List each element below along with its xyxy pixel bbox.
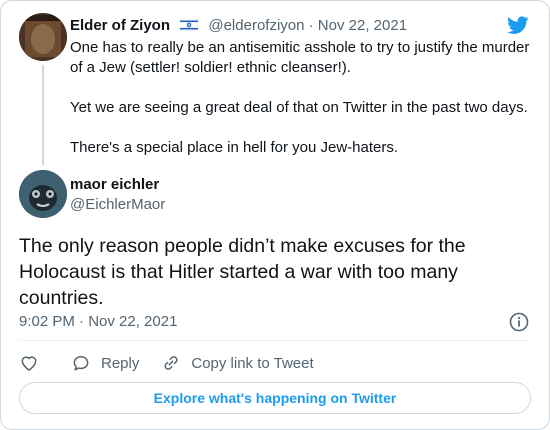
heart-icon (21, 356, 37, 371)
reply-bubble-icon (73, 356, 89, 371)
quoted-tweet-text: One has to really be an antisemitic assh… (70, 38, 540, 158)
embedded-tweet-card: Elder of Ziyon @elderofziyon · Nov 22, 2… (0, 0, 550, 430)
quoted-tweet-date[interactable]: · Nov 22, 2021 (309, 17, 407, 34)
quoted-tweet-header: Elder of Ziyon @elderofziyon · Nov 22, 2… (70, 16, 407, 36)
thread-connector-line (42, 65, 44, 165)
tweet-actions: Reply Copy link to Tweet (19, 351, 334, 375)
quoted-paragraph: There's a special place in hell for you … (70, 139, 399, 156)
tweet-text: The only reason people didn’t make excus… (19, 235, 466, 309)
quoted-paragraph: Yet we are seeing a great deal of that o… (70, 99, 528, 116)
israel-flag-icon (180, 19, 199, 31)
author-avatar[interactable] (19, 170, 67, 218)
reply-label: Reply (101, 354, 140, 372)
quoted-author-name[interactable]: Elder of Ziyon (70, 17, 170, 34)
explore-twitter-button[interactable]: Explore what's happening on Twitter (19, 382, 531, 414)
quoted-paragraph: One has to really be an antisemitic assh… (70, 39, 530, 76)
author-name[interactable]: maor eichler (70, 175, 159, 195)
reply-button[interactable]: Reply (71, 353, 139, 373)
twitter-bird-icon[interactable] (507, 16, 529, 35)
tweet-timestamp[interactable]: 9:02 PM · Nov 22, 2021 (19, 312, 177, 332)
divider (19, 340, 531, 341)
quoted-author-avatar[interactable] (19, 13, 67, 61)
info-icon[interactable] (509, 312, 529, 332)
copy-link-label: Copy link to Tweet (191, 354, 314, 372)
link-icon (164, 356, 178, 370)
quoted-author-handle[interactable]: @elderofziyon (208, 17, 304, 34)
avatar-image (19, 170, 67, 218)
author-handle[interactable]: @EichlerMaor (70, 195, 165, 215)
like-button[interactable] (19, 353, 39, 373)
avatar-image (19, 13, 67, 61)
copy-link-button[interactable]: Copy link to Tweet (161, 353, 314, 373)
